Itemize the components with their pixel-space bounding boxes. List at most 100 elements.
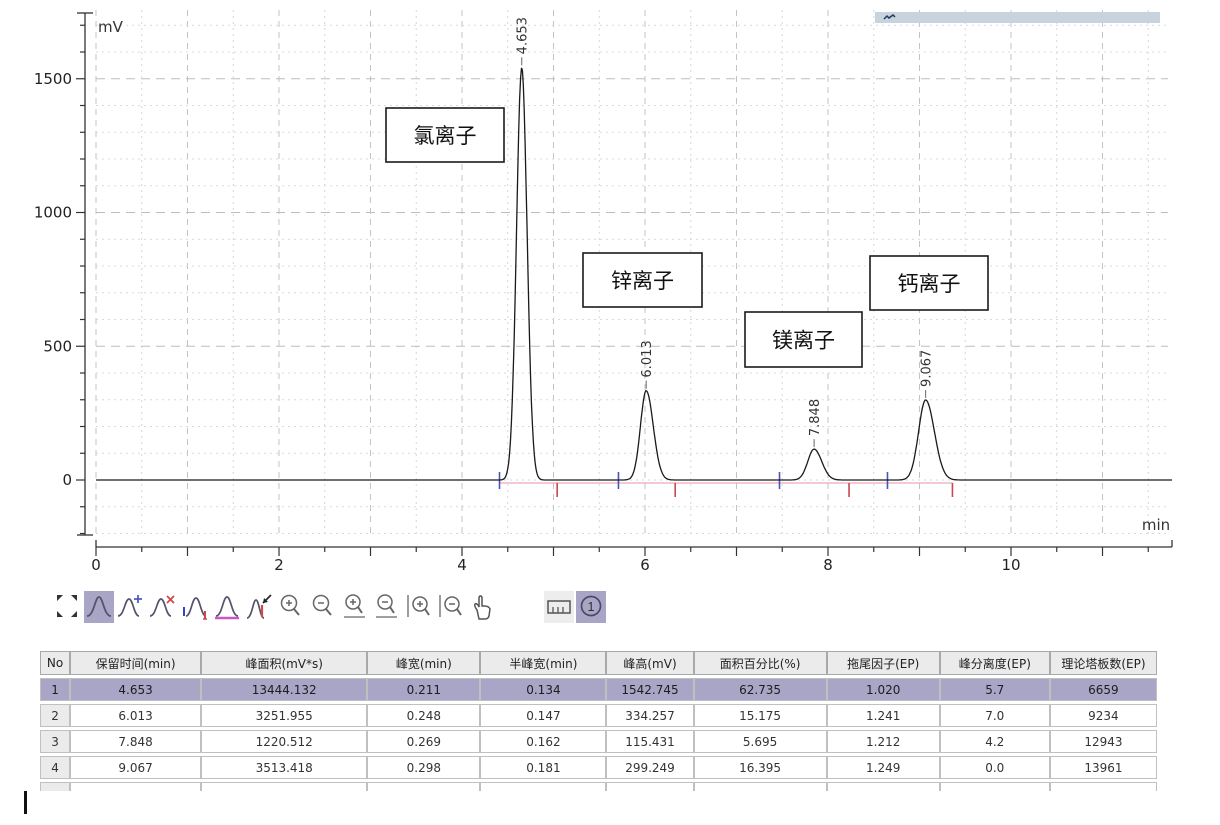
zoom-out-vertical-icon — [437, 592, 465, 622]
y-axis-unit: mV — [98, 18, 124, 36]
ruler-icon — [545, 592, 573, 622]
peak-negative-button[interactable] — [244, 591, 274, 623]
expand-button[interactable] — [52, 591, 82, 623]
chromatogram-chart[interactable]: 050010001500mV0246810min4.6536.0137.8489… — [0, 0, 1220, 584]
column-header[interactable]: 峰高(mV) — [606, 651, 693, 675]
zoom-in-horizontal-button[interactable] — [340, 591, 370, 623]
svg-text:8: 8 — [823, 556, 833, 574]
table-cell: 3 — [40, 730, 70, 753]
integration-markers — [500, 472, 953, 497]
zoom-in-icon — [277, 592, 305, 622]
table-cell: 1.020 — [827, 678, 940, 701]
chart-toolbar: 1 — [52, 589, 608, 625]
table-cell: 3251.955 — [201, 704, 367, 727]
column-header[interactable]: 拖尾因子(EP) — [827, 651, 940, 675]
peak-annotation-box[interactable]: 钙离子 — [870, 256, 988, 310]
table-cell: 4 — [40, 756, 70, 779]
zoom-in-vertical-icon — [405, 592, 433, 622]
table-cell: 6659 — [1050, 678, 1157, 701]
peak-annotation-box[interactable]: 锌离子 — [583, 253, 702, 307]
table-cell: 7.848 — [70, 730, 201, 753]
zoom-in-horizontal-icon — [341, 592, 369, 622]
svg-text:1500: 1500 — [34, 70, 72, 88]
x-axis-unit: min — [1142, 516, 1170, 534]
peak-annotation-label: 镁离子 — [772, 329, 835, 353]
column-header[interactable]: 理论塔板数(EP) — [1050, 651, 1157, 675]
column-header[interactable]: 面积百分比(%) — [694, 651, 827, 675]
svg-text:1000: 1000 — [34, 204, 72, 222]
table-cell — [1050, 782, 1157, 791]
svg-text:500: 500 — [43, 337, 72, 355]
column-header[interactable]: 保留时间(min) — [70, 651, 201, 675]
zoom-in-button[interactable] — [276, 591, 306, 623]
table-cell: 0.211 — [367, 678, 480, 701]
retention-time-label: 9.067 — [920, 350, 935, 387]
zoom-out-horizontal-button[interactable] — [372, 591, 402, 623]
table-header-row: No保留时间(min)峰面积(mV*s)峰宽(min)半峰宽(min)峰高(mV… — [40, 651, 1157, 675]
ruler-button[interactable] — [544, 591, 574, 623]
svg-text:6: 6 — [640, 556, 650, 574]
zoom-out-vertical-button[interactable] — [436, 591, 466, 623]
zoom-in-vertical-button[interactable] — [404, 591, 434, 623]
label-one-icon: 1 — [577, 592, 605, 622]
peak-annotation-box[interactable]: 镁离子 — [745, 312, 862, 367]
svg-text:0: 0 — [91, 556, 101, 574]
retention-time-labels: 4.6536.0137.8489.067 — [516, 17, 935, 447]
table-cell: 0.162 — [480, 730, 606, 753]
table-cell — [480, 782, 606, 791]
legend-window-fragment[interactable] — [875, 12, 1160, 23]
column-header[interactable]: 峰宽(min) — [367, 651, 480, 675]
table-cell: 4.653 — [70, 678, 201, 701]
table-cell — [201, 782, 367, 791]
table-row[interactable]: 49.0673513.4180.2980.181299.24916.3951.2… — [40, 756, 1157, 779]
table-cell: 12943 — [1050, 730, 1157, 753]
peak-manual-integrate-icon — [181, 592, 209, 622]
column-header[interactable]: 峰分离度(EP) — [940, 651, 1050, 675]
table-cell: 7.0 — [940, 704, 1050, 727]
peak-baseline-button[interactable] — [212, 591, 242, 623]
table-cell: 0.0 — [940, 756, 1050, 779]
table-cell: 13444.132 — [201, 678, 367, 701]
peak-results-table: No保留时间(min)峰面积(mV*s)峰宽(min)半峰宽(min)峰高(mV… — [40, 648, 1157, 794]
column-header[interactable]: 半峰宽(min) — [480, 651, 606, 675]
peak-baseline-icon — [213, 592, 241, 622]
peak-annotation-label: 锌离子 — [611, 269, 674, 293]
column-header[interactable]: No — [40, 651, 70, 675]
table-cell: 2 — [40, 704, 70, 727]
peak-add-icon — [117, 592, 145, 622]
table-cell: 16.395 — [694, 756, 827, 779]
table-cell: 5.7 — [940, 678, 1050, 701]
chromatography-workstation: 050010001500mV0246810min4.6536.0137.8489… — [0, 0, 1220, 825]
table-cell: 0.269 — [367, 730, 480, 753]
table-row[interactable]: 14.65313444.1320.2110.1341542.74562.7351… — [40, 678, 1157, 701]
table-row[interactable]: 37.8481220.5120.2690.162115.4315.6951.21… — [40, 730, 1157, 753]
table-cell: 9.067 — [70, 756, 201, 779]
peak-button[interactable] — [84, 591, 114, 623]
svg-text:10: 10 — [1001, 556, 1020, 574]
table-cell: 5.695 — [694, 730, 827, 753]
table-cell: 13961 — [1050, 756, 1157, 779]
retention-time-label: 4.653 — [516, 17, 531, 54]
table-cell — [827, 782, 940, 791]
table-cell: 299.249 — [606, 756, 693, 779]
svg-text:1: 1 — [587, 599, 594, 614]
peak-delete-button[interactable] — [148, 591, 178, 623]
table-row[interactable]: 26.0133251.9550.2480.147334.25715.1751.2… — [40, 704, 1157, 727]
table-cell: 0.147 — [480, 704, 606, 727]
table-cell — [367, 782, 480, 791]
peak-icon — [85, 592, 113, 622]
zoom-out-button[interactable] — [308, 591, 338, 623]
peak-manual-integrate-button[interactable] — [180, 591, 210, 623]
table-cell: 3513.418 — [201, 756, 367, 779]
label-one-button[interactable]: 1 — [576, 591, 606, 623]
hand-button[interactable] — [468, 591, 498, 623]
peak-annotation-box[interactable]: 氯离子 — [386, 108, 504, 162]
table-cell: 115.431 — [606, 730, 693, 753]
peak-annotation-label: 钙离子 — [898, 272, 961, 296]
retention-time-label: 7.848 — [808, 399, 823, 436]
table-cell: 1220.512 — [201, 730, 367, 753]
table-cell: 1.241 — [827, 704, 940, 727]
column-header[interactable]: 峰面积(mV*s) — [201, 651, 367, 675]
peak-add-button[interactable] — [116, 591, 146, 623]
table-cell: 62.735 — [694, 678, 827, 701]
